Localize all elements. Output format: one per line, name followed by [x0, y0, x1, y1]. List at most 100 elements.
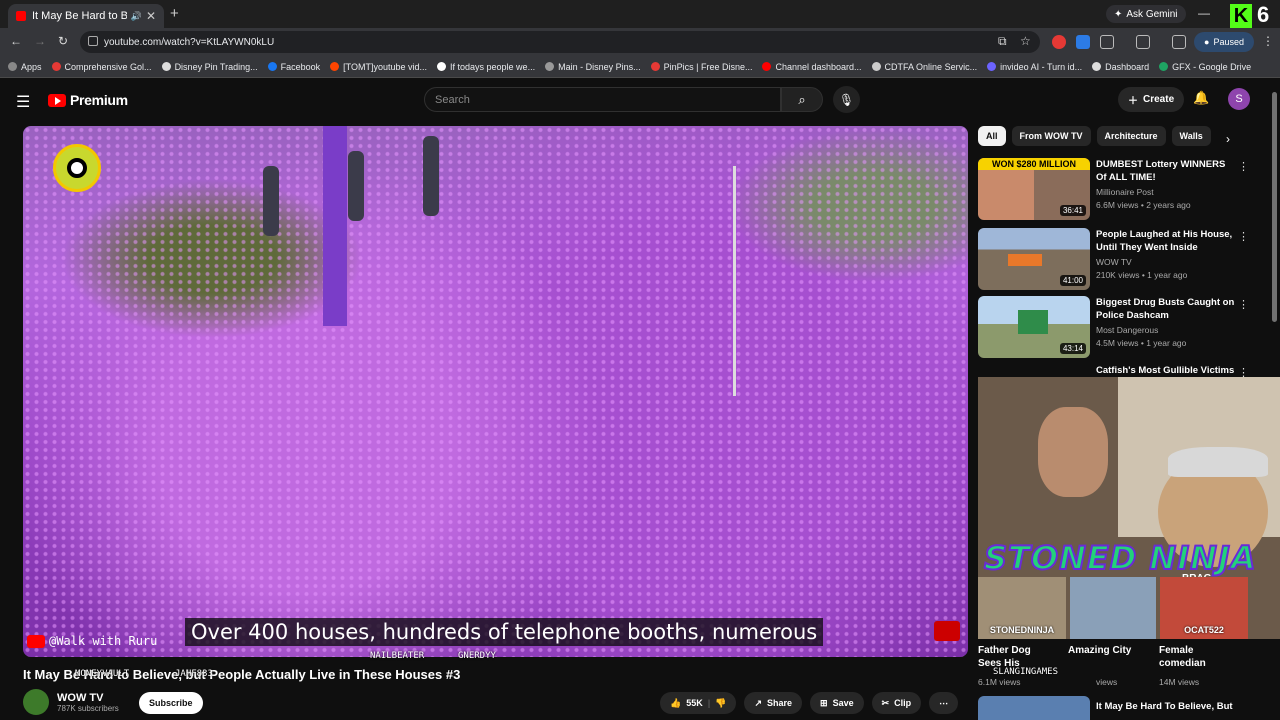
- recommended-video[interactable]: Catfish's Most Gullible Victims ⋮: [978, 364, 1270, 379]
- ask-gemini-button[interactable]: ✦ Ask Gemini: [1106, 5, 1186, 23]
- thumbnail-tile: [1070, 577, 1156, 639]
- like-count: 55K: [686, 698, 703, 708]
- filter-chip[interactable]: Walls: [1171, 126, 1211, 146]
- browser-tab[interactable]: It May Be Hard to Believe, b 🔊 ✕: [8, 4, 164, 28]
- video-title[interactable]: Amazing City: [1068, 644, 1131, 657]
- bookmark-item[interactable]: CDTFA Online Servic...: [871, 62, 977, 72]
- profile-paused-button[interactable]: ● Paused: [1194, 32, 1254, 52]
- more-options-icon[interactable]: ⋮: [1238, 298, 1249, 311]
- bookmark-item[interactable]: Apps: [8, 62, 42, 72]
- url-text: youtube.com/watch?v=KtLAYWN0kLU: [104, 36, 275, 48]
- search-input[interactable]: Search: [424, 87, 781, 112]
- microphone-icon: 🎙: [838, 92, 855, 107]
- extension-icon[interactable]: [1052, 35, 1066, 49]
- video-meta: 14M views: [1159, 677, 1200, 687]
- video-title[interactable]: People Laughed at His House, Until They …: [1096, 228, 1236, 254]
- video-title[interactable]: Biggest Drug Busts Caught on Police Dash…: [1096, 296, 1236, 322]
- bookmark-item[interactable]: Channel dashboard...: [762, 62, 862, 72]
- stream-overlay-name: JAHF833: [175, 669, 213, 679]
- bookmark-item[interactable]: Dashboard: [1092, 62, 1149, 72]
- recommended-video[interactable]: 43:14 Biggest Drug Busts Caught on Polic…: [978, 296, 1270, 358]
- more-options-icon[interactable]: ⋮: [1238, 160, 1249, 173]
- recommended-video[interactable]: WON $280 MILLION 36:41 DUMBEST Lottery W…: [978, 158, 1270, 220]
- bookmark-item[interactable]: [TOMT]youtube vid...: [330, 62, 427, 72]
- bookmark-item[interactable]: PinPics | Free Disne...: [650, 62, 752, 72]
- clip-button[interactable]: ✂ Clip: [871, 692, 922, 714]
- video-title[interactable]: Female comedian: [1159, 644, 1219, 670]
- site-info-icon[interactable]: [88, 36, 98, 46]
- speaker-icon[interactable]: 🔊: [131, 11, 142, 22]
- create-button[interactable]: ＋ Create: [1118, 87, 1185, 112]
- hamburger-menu-icon[interactable]: ☰: [16, 92, 30, 112]
- address-bar[interactable]: youtube.com/watch?v=KtLAYWN0kLU: [80, 31, 1040, 53]
- youtube-favicon-icon: [16, 11, 26, 21]
- more-actions-button[interactable]: ⋯: [929, 692, 959, 714]
- channel-avatar[interactable]: [23, 689, 49, 715]
- video-duration: 41:00: [1059, 275, 1086, 286]
- channel-name[interactable]: Millionaire Post: [1096, 187, 1154, 197]
- search-button[interactable]: ⌕: [781, 87, 823, 112]
- bookmark-item[interactable]: If todays people we...: [437, 62, 535, 72]
- media-icon[interactable]: [1172, 35, 1186, 49]
- account-avatar[interactable]: S: [1228, 88, 1250, 110]
- filter-chip[interactable]: From WOW TV: [1011, 126, 1091, 146]
- bookmark-label: Disney Pin Trading...: [174, 61, 258, 72]
- close-tab-icon[interactable]: ✕: [146, 9, 156, 23]
- chevron-right-icon[interactable]: ›: [1226, 132, 1230, 146]
- back-icon[interactable]: ←: [10, 34, 22, 48]
- save-button[interactable]: ⊞ Save: [810, 692, 864, 714]
- bookmark-item[interactable]: GFX - Google Drive: [1159, 62, 1251, 72]
- stoned-ninja-title: STONED NINJA: [983, 538, 1257, 578]
- menu-icon[interactable]: ⋮: [1262, 34, 1274, 48]
- forward-icon[interactable]: →: [34, 34, 46, 48]
- extension-icon[interactable]: [1076, 35, 1090, 49]
- filter-chip[interactable]: All: [978, 126, 1006, 146]
- video-duration: 36:41: [1059, 205, 1086, 216]
- video-thumbnail[interactable]: WON $280 MILLION 36:41: [978, 158, 1090, 220]
- new-tab-button[interactable]: +: [170, 5, 179, 22]
- channel-info: WOW TV 787K subscribers: [23, 689, 119, 715]
- bookmark-item[interactable]: invideo AI - Turn id...: [987, 62, 1082, 72]
- puzzle-icon[interactable]: [1100, 35, 1114, 49]
- bookmark-item[interactable]: Disney Pin Trading...: [161, 61, 258, 72]
- video-title[interactable]: It May Be Hard To Believe, But: [1096, 701, 1233, 712]
- thumbs-down-icon[interactable]: 👎: [715, 698, 726, 709]
- video-player[interactable]: @Walk with Ruru Over 400 houses, hundred…: [23, 126, 968, 657]
- install-icon[interactable]: ⧉: [998, 34, 1007, 49]
- channel-name[interactable]: WOW TV: [1096, 257, 1132, 267]
- youtube-premium-logo[interactable]: Premium: [48, 92, 128, 108]
- recommended-video[interactable]: 41:00 People Laughed at His House, Until…: [978, 228, 1270, 290]
- video-thumbnail[interactable]: 43:14: [978, 296, 1090, 358]
- person-figure: [348, 151, 364, 221]
- bookmarks-bar: Apps Comprehensive Gol... Disney Pin Tradi…: [0, 56, 1280, 78]
- bookmark-item[interactable]: Main - Disney Pins...: [545, 62, 641, 72]
- subscribe-watermark-icon[interactable]: [934, 621, 960, 641]
- scrollbar[interactable]: [1272, 92, 1277, 322]
- bookmark-icon: [871, 62, 881, 71]
- video-thumbnail[interactable]: [978, 696, 1090, 720]
- subscribe-button[interactable]: Subscribe: [139, 692, 203, 714]
- bookmark-star-icon[interactable]: ☆: [1020, 34, 1031, 48]
- share-button[interactable]: ↗ Share: [744, 692, 803, 714]
- notifications-bell-icon[interactable]: 🔔: [1193, 90, 1209, 106]
- bookmark-label: Main - Disney Pins...: [558, 61, 641, 72]
- sidepanel-icon[interactable]: [1136, 35, 1150, 49]
- channel-name[interactable]: WOW TV: [57, 692, 119, 704]
- video-thumbnail[interactable]: 41:00: [978, 228, 1090, 290]
- like-button[interactable]: 👍 55K | 👎: [660, 692, 737, 714]
- channel-name[interactable]: Most Dangerous: [1096, 325, 1158, 335]
- reload-icon[interactable]: ↻: [58, 34, 68, 48]
- voice-search-button[interactable]: 🎙: [833, 86, 860, 113]
- filter-chip[interactable]: Architecture: [1096, 126, 1166, 146]
- bookmark-icon: [437, 62, 447, 71]
- bookmark-item[interactable]: Facebook: [267, 62, 320, 72]
- stream-overlay-name: NAILBEATER: [370, 651, 425, 661]
- minimize-icon[interactable]: —: [1198, 6, 1210, 20]
- video-title[interactable]: Catfish's Most Gullible Victims: [1096, 364, 1236, 377]
- thumbnail-tile: STONEDNINJA: [978, 577, 1066, 639]
- bookmark-item[interactable]: Comprehensive Gol...: [51, 62, 152, 72]
- bookmark-icon: [8, 62, 17, 71]
- bookmark-icon: [650, 62, 660, 71]
- video-title[interactable]: DUMBEST Lottery WINNERS Of ALL TIME!: [1096, 158, 1236, 184]
- more-options-icon[interactable]: ⋮: [1238, 230, 1249, 243]
